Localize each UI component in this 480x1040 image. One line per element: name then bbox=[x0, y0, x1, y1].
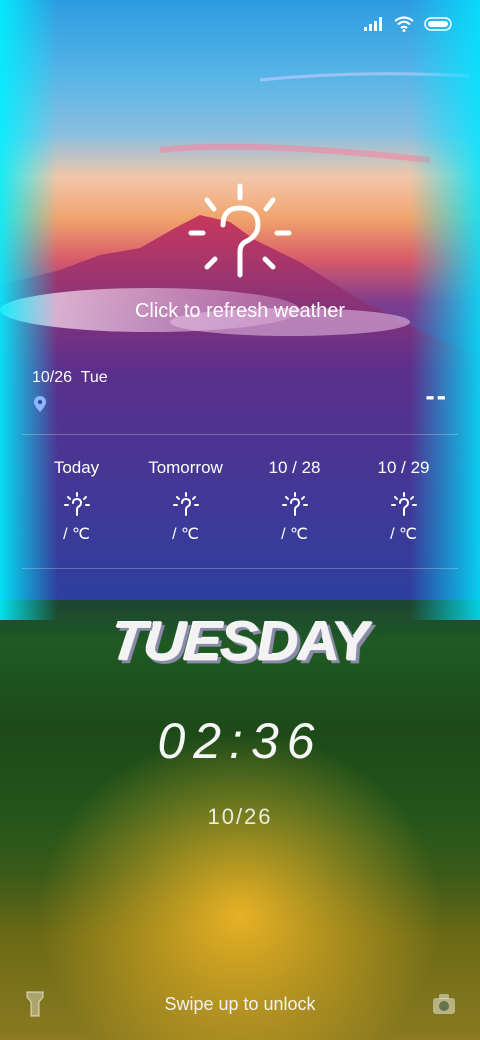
wifi-icon bbox=[394, 16, 414, 32]
weather-unknown-icon bbox=[281, 492, 308, 516]
forecast-today: Today / ℃ bbox=[22, 458, 131, 544]
location-pin-icon[interactable] bbox=[34, 396, 46, 412]
camera-icon[interactable] bbox=[432, 993, 456, 1015]
clock-date: 10/26 bbox=[207, 804, 273, 829]
signal-icon bbox=[364, 17, 382, 31]
forecast-temp: / ℃ bbox=[281, 526, 308, 543]
weather-unknown-icon bbox=[63, 492, 90, 516]
refresh-weather-link[interactable]: Click to refresh weather bbox=[0, 300, 480, 323]
forecast-row: Today / ℃ Tomorrow / ℃ 10 / 28 / ℃ 10 / … bbox=[22, 458, 458, 544]
swipe-to-unlock[interactable]: Swipe up to unlock bbox=[0, 994, 480, 1015]
status-bar bbox=[364, 16, 454, 32]
weather-unknown-icon bbox=[390, 492, 417, 516]
forecast-day-4: 10 / 29 / ℃ bbox=[349, 458, 458, 544]
forecast-tomorrow: Tomorrow / ℃ bbox=[131, 458, 240, 544]
forecast-label: 10 / 28 bbox=[268, 458, 321, 477]
weekday-title: TUESDAY bbox=[106, 611, 374, 674]
divider bbox=[22, 568, 458, 569]
forecast-temp: / ℃ bbox=[390, 526, 417, 543]
weather-unknown-icon bbox=[172, 492, 199, 516]
forecast-label: Tomorrow bbox=[148, 458, 223, 477]
clock-time: 02:36 bbox=[157, 713, 323, 769]
current-temperature: -- bbox=[425, 380, 448, 411]
battery-icon bbox=[424, 17, 452, 31]
refresh-weather-icon[interactable] bbox=[185, 180, 295, 290]
weather-date: 10/26 Tue bbox=[32, 369, 108, 386]
forecast-label: 10 / 29 bbox=[377, 458, 430, 477]
forecast-label: Today bbox=[53, 458, 100, 477]
forecast-temp: / ℃ bbox=[172, 526, 199, 543]
forecast-temp: / ℃ bbox=[63, 526, 90, 543]
divider bbox=[22, 434, 458, 435]
forecast-day-3: 10 / 28 / ℃ bbox=[240, 458, 349, 544]
